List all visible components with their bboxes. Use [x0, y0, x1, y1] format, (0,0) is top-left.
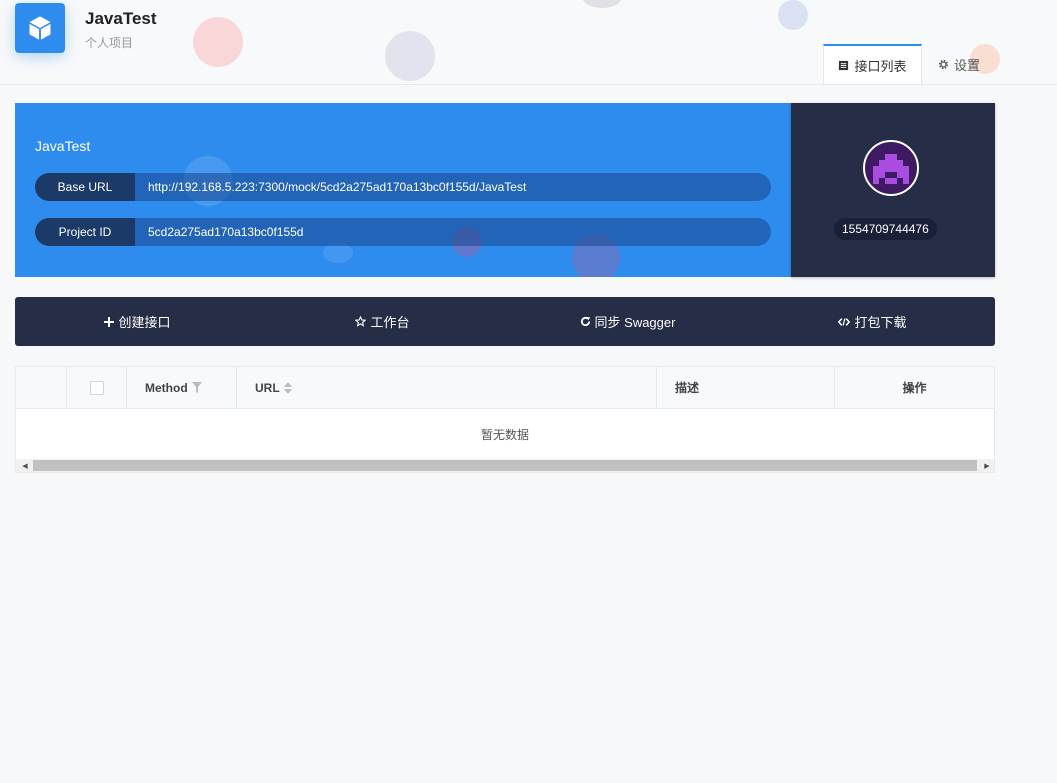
action-bar: 创建接口 工作台 同步 Swagger 打包下载: [15, 297, 995, 346]
action-label: 同步 Swagger: [594, 315, 676, 330]
gear-icon: [938, 59, 949, 69]
star-icon: [355, 316, 367, 327]
select-all-checkbox[interactable]: [89, 380, 104, 395]
project-type: 个人项目: [85, 36, 134, 50]
select-column-header: [67, 367, 127, 408]
method-header-label: Method: [145, 380, 188, 395]
expand-column-header: [16, 367, 67, 408]
project-logo: [15, 3, 65, 53]
empty-state-text: 暂无数据: [480, 428, 529, 442]
description-header-label: 描述: [675, 381, 700, 395]
decorative-bubble: [582, 0, 622, 8]
tab-label: 接口列表: [854, 58, 907, 74]
owner-id: 1554709744476: [834, 218, 937, 240]
workbench-button[interactable]: 工作台: [260, 297, 505, 346]
project-info-banner: JavaTest Base URL http://192.168.5.223:7…: [15, 103, 791, 277]
filter-icon[interactable]: [191, 382, 202, 393]
table-header: Method URL 描述 操作: [16, 367, 994, 409]
description-column-header: 描述: [657, 367, 835, 408]
operations-column-header: 操作: [835, 367, 994, 408]
base-url-label: Base URL: [35, 173, 135, 201]
plus-icon: [104, 316, 115, 327]
project-id-label: Project ID: [35, 218, 135, 246]
pixel-avatar-icon: [873, 154, 909, 184]
decorative-bubble: [778, 0, 808, 30]
url-column-header[interactable]: URL: [237, 367, 657, 408]
create-api-button[interactable]: 创建接口: [15, 297, 260, 346]
list-icon: [839, 60, 849, 70]
tab-label: 设置: [953, 57, 980, 73]
project-id-row: Project ID 5cd2a275ad170a13bc0f155d: [35, 218, 771, 246]
decorative-bubble: [323, 243, 353, 263]
sync-icon: [580, 316, 590, 327]
tab-settings[interactable]: 设置: [922, 44, 996, 84]
sort-icon[interactable]: [283, 381, 292, 394]
decorative-bubble: [385, 31, 435, 81]
header: JavaTest 个人项目 接口列表 设置: [0, 0, 1057, 85]
project-id-value[interactable]: 5cd2a275ad170a13bc0f155d: [148, 218, 303, 246]
scrollbar-thumb[interactable]: [33, 460, 977, 471]
base-url-row: Base URL http://192.168.5.223:7300/mock/…: [35, 173, 771, 201]
project-name: JavaTest: [85, 9, 157, 28]
action-label: 工作台: [370, 315, 410, 330]
decorative-bubble: [193, 17, 243, 67]
base-url-value[interactable]: http://192.168.5.223:7300/mock/5cd2a275a…: [148, 173, 526, 201]
code-icon: [838, 317, 851, 326]
scroll-right-arrow-icon[interactable]: ▶: [980, 459, 994, 472]
tab-api-list[interactable]: 接口列表: [823, 44, 922, 84]
owner-panel: 1554709744476: [791, 103, 995, 277]
horizontal-scrollbar[interactable]: ◀ ▶: [16, 459, 994, 472]
action-label: 创建接口: [118, 315, 171, 330]
scroll-left-arrow-icon[interactable]: ◀: [18, 459, 32, 472]
avatar[interactable]: [863, 140, 919, 196]
cube-icon: [29, 16, 51, 40]
url-header-label: URL: [255, 380, 280, 395]
action-label: 打包下载: [854, 315, 907, 330]
operations-header-label: 操作: [902, 381, 927, 395]
banner-project-name: JavaTest: [35, 138, 91, 154]
api-table: Method URL 描述 操作 暂无数据 ◀ ▶: [15, 366, 995, 473]
download-package-button[interactable]: 打包下载: [750, 297, 995, 346]
method-column-header: Method: [127, 367, 237, 408]
sync-swagger-button[interactable]: 同步 Swagger: [505, 297, 750, 346]
